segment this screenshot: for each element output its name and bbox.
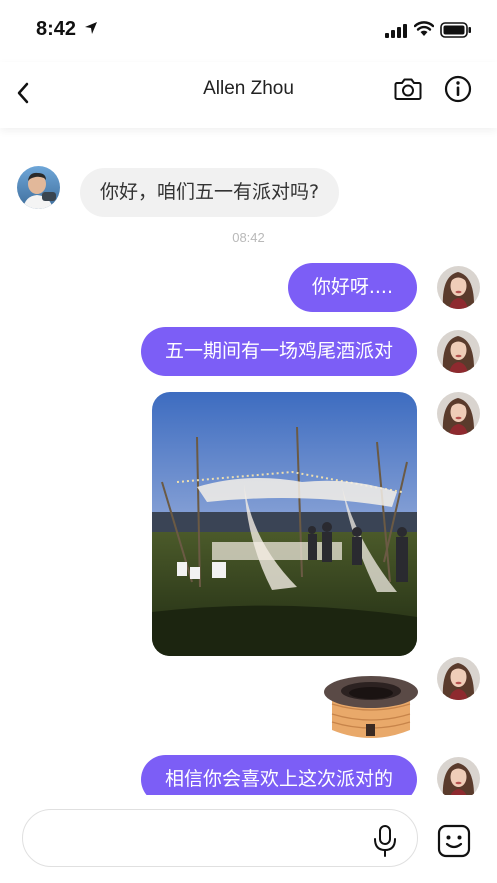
message-timestamp: 08:42: [232, 230, 265, 245]
message-bubble-outgoing[interactable]: 你好呀....: [287, 263, 417, 312]
my-avatar-image: [437, 330, 480, 373]
input-bar: [0, 795, 497, 883]
message-text: 你好呀....: [311, 276, 393, 298]
contact-avatar-image: [17, 166, 60, 209]
emoji-icon[interactable]: [437, 824, 471, 858]
my-avatar[interactable]: [437, 266, 480, 309]
message-text: 相信你会喜欢上这次派对的: [164, 768, 393, 790]
location-arrow-icon: [85, 22, 97, 34]
party-tent-photo: [152, 392, 417, 656]
cellular-signal-icon: [385, 24, 407, 38]
my-avatar[interactable]: [437, 657, 480, 700]
microphone-icon[interactable]: [371, 824, 399, 858]
battery-icon: [440, 22, 471, 38]
message-image-party[interactable]: [152, 392, 417, 656]
camera-icon[interactable]: [393, 74, 423, 104]
message-input[interactable]: [22, 809, 418, 867]
wifi-icon: [414, 21, 434, 36]
info-icon[interactable]: [443, 74, 473, 104]
tulou-building-sticker: [324, 676, 418, 738]
message-text: 你好，咱们五一有派对吗?: [100, 181, 320, 203]
my-avatar[interactable]: [437, 757, 480, 800]
message-text: 五一期间有一场鸡尾酒派对: [164, 340, 393, 362]
nav-bar: Allen Zhou: [0, 62, 497, 128]
my-avatar-image: [437, 266, 480, 309]
my-avatar[interactable]: [437, 392, 480, 435]
status-bar: 8:42: [0, 0, 497, 62]
my-avatar-image: [437, 757, 480, 800]
message-bubble-outgoing[interactable]: 五一期间有一场鸡尾酒派对: [140, 327, 417, 376]
my-avatar-image: [437, 392, 480, 435]
message-sticker-tulou[interactable]: [322, 672, 420, 744]
status-time: 8:42: [36, 18, 77, 40]
message-bubble-incoming[interactable]: 你好，咱们五一有派对吗?: [80, 168, 340, 217]
my-avatar[interactable]: [437, 330, 480, 373]
contact-avatar[interactable]: [17, 166, 60, 209]
my-avatar-image: [437, 657, 480, 700]
